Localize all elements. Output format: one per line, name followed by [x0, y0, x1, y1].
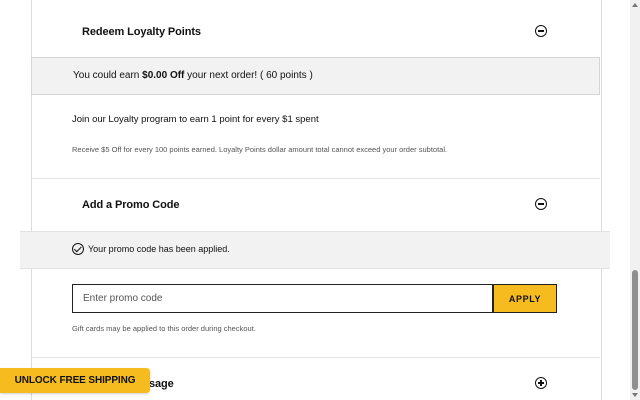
unlock-free-shipping-banner[interactable]: UNLOCK FREE SHIPPING: [0, 368, 150, 393]
loyalty-collapse-icon[interactable]: [535, 25, 547, 37]
promo-section-title: Add a Promo Code: [82, 199, 180, 211]
gift-message-expand-icon[interactable]: [535, 377, 547, 389]
scroll-up-icon[interactable]: [632, 3, 638, 7]
promo-code-input[interactable]: [72, 284, 493, 313]
promo-applied-message: Your promo code has been applied.: [88, 244, 230, 254]
apply-button[interactable]: APPLY: [493, 284, 557, 313]
gift-message-section-title: sage: [149, 378, 174, 390]
section-divider: [31, 178, 600, 179]
loyalty-earn-text: You could earn $0.00 Off your next order…: [73, 70, 313, 81]
scrollbar-thumb[interactable]: [632, 270, 638, 390]
loyalty-note: Receive $5 Off for every 100 points earn…: [72, 145, 448, 154]
section-divider: [31, 357, 600, 358]
page-scrollbar[interactable]: [630, 0, 640, 400]
gift-card-note: Gift cards may be applied to this order …: [72, 324, 256, 333]
check-circle-icon: [72, 243, 84, 255]
loyalty-join-text: Join our Loyalty program to earn 1 point…: [72, 114, 319, 125]
loyalty-section-title: Redeem Loyalty Points: [82, 26, 201, 38]
loyalty-earn-amount: $0.00 Off: [142, 70, 185, 81]
promo-collapse-icon[interactable]: [535, 198, 547, 210]
scroll-down-icon[interactable]: [632, 393, 638, 397]
